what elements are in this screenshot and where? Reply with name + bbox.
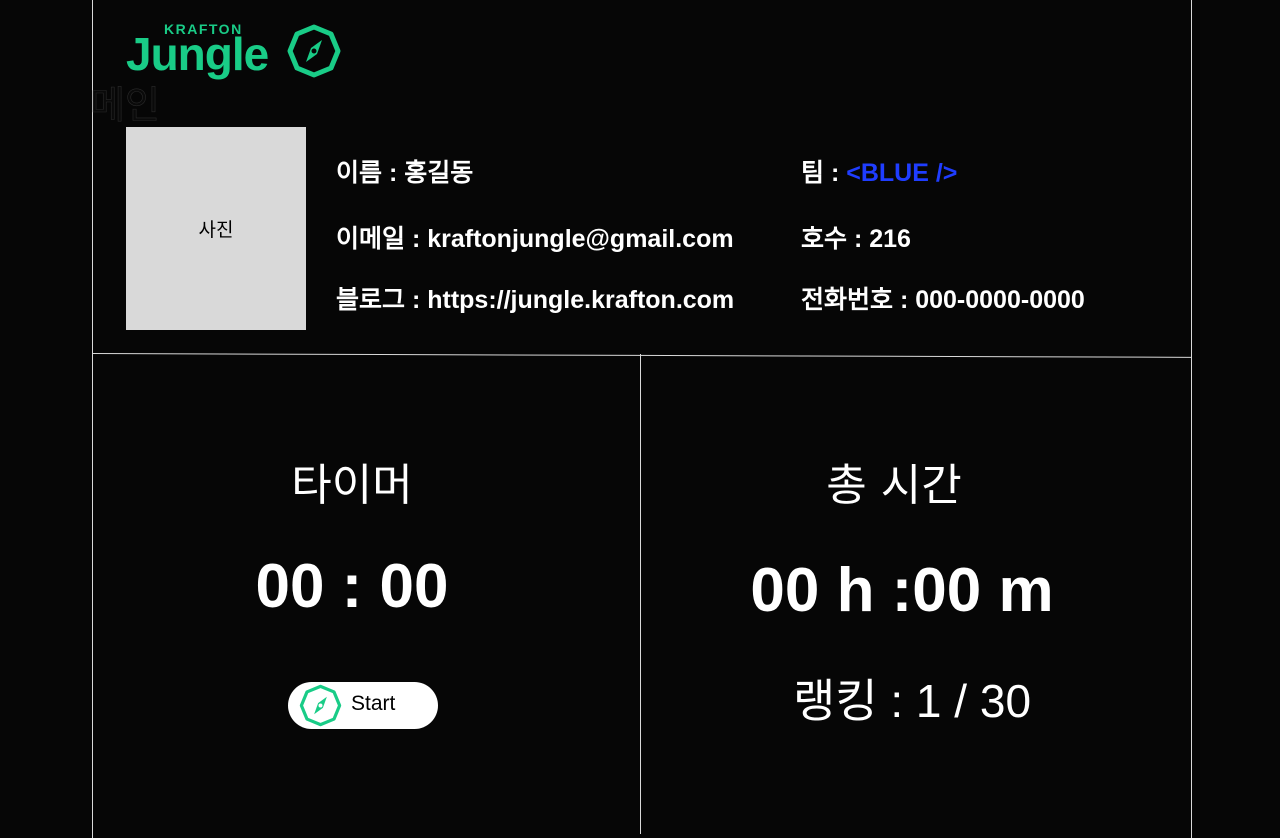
team-label: 팀 : [801, 159, 847, 187]
timer-value: 00 : 00 [255, 552, 449, 621]
team-value: <BLUE /> [846, 159, 958, 187]
team-field: 팀 : <BLUE /> [801, 161, 957, 186]
phone-field: 전화번호 : 000-0000-0000 [801, 286, 1085, 314]
page-title-faded: 메인 [90, 83, 161, 127]
total-time-value: 00 h :00 m [750, 556, 1054, 625]
room-field: 호수 : 216 [801, 225, 911, 253]
start-button-label: Start [351, 692, 396, 715]
logo-main-text: Jungle [126, 28, 269, 80]
ranking-text: 랭킹 : 1 / 30 [792, 675, 1032, 727]
compass-icon [299, 684, 342, 727]
column-divider [640, 354, 641, 834]
blog-field: 블로그 : https://jungle.krafton.com [336, 286, 735, 314]
krafton-jungle-logo[interactable]: KRAFTON Jungle [126, 20, 342, 88]
total-time-title: 총 시간 [826, 460, 962, 511]
photo-label: 사진 [198, 219, 234, 241]
profile-photo: 사진 [126, 127, 306, 330]
email-field: 이메일 : kraftonjungle@gmail.com [336, 225, 734, 253]
compass-icon [287, 24, 341, 78]
start-button[interactable]: Start [288, 682, 438, 729]
timer-title: 타이머 [291, 460, 413, 511]
name-field: 이름 : 홍길동 [336, 159, 474, 187]
